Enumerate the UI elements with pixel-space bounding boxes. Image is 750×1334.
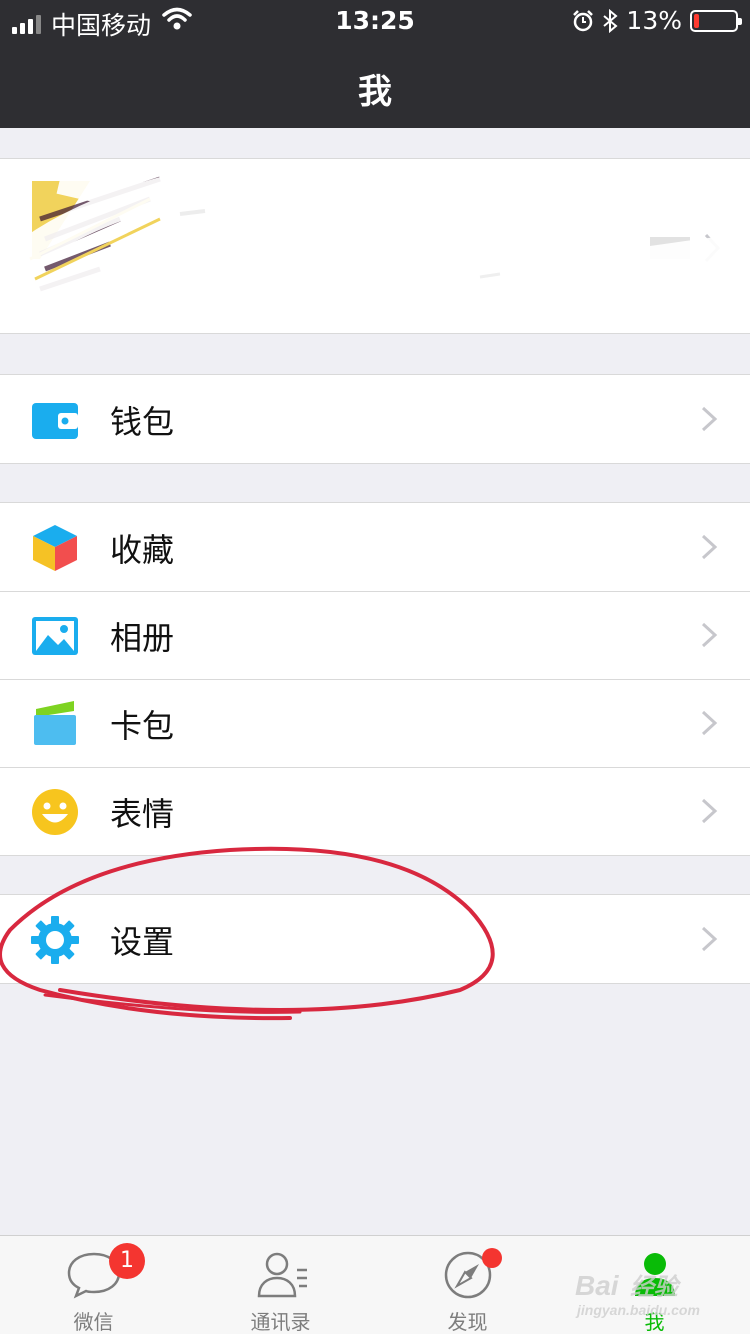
status-right: 13% bbox=[572, 6, 742, 35]
chevron-right-icon bbox=[701, 710, 718, 736]
alarm-icon bbox=[573, 9, 594, 31]
wallet-icon bbox=[32, 403, 78, 439]
settings-group: 设置 bbox=[0, 894, 750, 984]
tab-chats[interactable]: 1 微信 bbox=[0, 1236, 187, 1334]
menu-item-wallet[interactable]: 钱包 bbox=[0, 375, 750, 463]
favorites-cube-icon bbox=[33, 525, 77, 571]
contacts-icon bbox=[257, 1252, 307, 1298]
battery-percent: 13% bbox=[626, 6, 682, 35]
unread-badge: 1 bbox=[109, 1243, 145, 1279]
chevron-right-icon bbox=[701, 926, 718, 952]
album-picture-icon bbox=[32, 617, 78, 655]
chevron-right-icon bbox=[701, 798, 718, 824]
chevron-right-icon bbox=[701, 406, 718, 432]
menu-item-label: 卡包 bbox=[110, 707, 175, 745]
menu-item-label: 收藏 bbox=[110, 531, 175, 569]
menu-item-settings[interactable]: 设置 bbox=[0, 895, 750, 983]
menu-item-label: 钱包 bbox=[110, 403, 175, 441]
tab-contacts[interactable]: 通讯录 bbox=[187, 1236, 374, 1334]
chevron-right-icon bbox=[701, 622, 718, 648]
redaction-scribble bbox=[10, 159, 742, 333]
gear-icon bbox=[31, 916, 79, 964]
menu-item-album[interactable]: 相册 bbox=[0, 591, 750, 679]
bluetooth-icon bbox=[603, 8, 618, 33]
menu-item-favorites[interactable]: 收藏 bbox=[0, 503, 750, 591]
chevron-right-icon bbox=[701, 534, 718, 560]
nav-bar: 我 bbox=[0, 40, 750, 128]
menu-item-label: 设置 bbox=[110, 923, 175, 961]
tab-label: 发现 bbox=[447, 1310, 488, 1334]
card-case-icon bbox=[34, 701, 76, 745]
new-content-dot bbox=[482, 1248, 502, 1268]
status-bar: 中国移动 13:25 13% bbox=[0, 0, 750, 40]
menu-item-stickers[interactable]: 表情 bbox=[0, 767, 750, 855]
tab-discover[interactable]: 发现 bbox=[374, 1236, 561, 1334]
features-group: 收藏 相册 卡包 表情 bbox=[0, 502, 750, 856]
battery-icon bbox=[690, 9, 742, 32]
menu-item-label: 表情 bbox=[110, 795, 175, 833]
tab-label: 通讯录 bbox=[250, 1310, 311, 1334]
smiley-icon bbox=[32, 789, 78, 835]
tab-label: 微信 bbox=[73, 1310, 114, 1334]
page-title: 我 bbox=[358, 72, 392, 112]
battery-fill bbox=[694, 13, 699, 28]
menu-item-label: 相册 bbox=[110, 619, 175, 657]
menu-item-card-case[interactable]: 卡包 bbox=[0, 679, 750, 767]
profile-card[interactable] bbox=[0, 158, 750, 334]
svg-text:Bai: Bai bbox=[575, 1270, 620, 1301]
svg-text:经验: 经验 bbox=[630, 1273, 682, 1301]
wallet-group: 钱包 bbox=[0, 374, 750, 464]
baidu-jingyan-watermark: Bai 经验 jingyan.baidu.com bbox=[575, 1265, 735, 1325]
svg-text:jingyan.baidu.com: jingyan.baidu.com bbox=[575, 1302, 700, 1318]
